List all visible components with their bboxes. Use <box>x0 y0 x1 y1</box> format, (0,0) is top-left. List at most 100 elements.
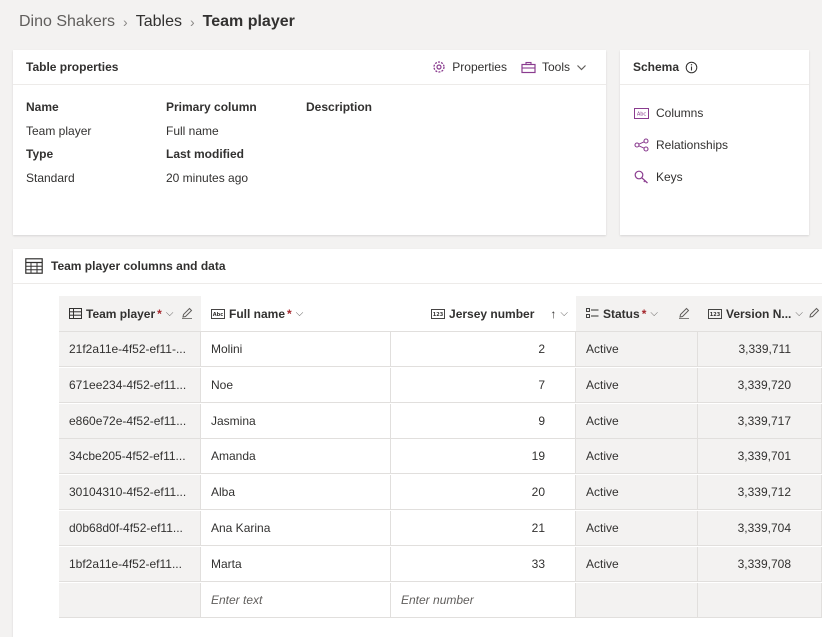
column-header-status[interactable]: Status * ⌵ <box>576 296 698 332</box>
properties-button-label: Properties <box>452 60 507 74</box>
chevron-down-icon[interactable]: ⌵ <box>166 308 174 319</box>
new-row-jersey-number-input[interactable]: Enter number <box>391 583 576 618</box>
column-header-jersey-number[interactable]: 123 Jersey number ↑ ⌵ <box>391 296 576 332</box>
jersey-number-cell[interactable]: 20 <box>391 475 576 510</box>
schema-item-label: Columns <box>656 106 704 120</box>
version-number-cell[interactable]: 3,339,704 <box>698 511 822 546</box>
jersey-number-cell[interactable]: 2 <box>391 332 576 367</box>
columns-and-data-header: Team player columns and data <box>13 249 822 284</box>
chevron-down-icon[interactable]: ⌵ <box>296 308 304 319</box>
schema-item-label: Keys <box>656 170 683 184</box>
team-player-id-cell[interactable]: 671ee234-4f52-ef11... <box>59 368 201 403</box>
column-header-label: Jersey number <box>449 306 535 321</box>
chevron-down-icon[interactable]: ⌵ <box>795 308 803 319</box>
columns-icon: Abc <box>634 107 649 119</box>
table-icon <box>25 258 43 274</box>
column-header-label: Status <box>603 306 640 321</box>
primary-key-grid-icon <box>69 308 82 319</box>
svg-text:Abc: Abc <box>637 111 647 117</box>
primary-column-value: Full name <box>166 124 219 138</box>
breadcrumb-tables-link[interactable]: Tables <box>136 13 182 31</box>
column-header-full-name[interactable]: Abc Full name * ⌵ <box>201 296 391 332</box>
team-player-id-cell[interactable]: 1bf2a11e-4f52-ef11... <box>59 547 201 582</box>
keys-icon <box>634 170 648 184</box>
tools-button-label: Tools <box>541 60 570 74</box>
required-marker: * <box>287 306 292 321</box>
full-name-cell[interactable]: Marta <box>201 547 391 582</box>
edit-pencil-icon[interactable] <box>181 307 193 319</box>
schema-item-columns[interactable]: Abc Columns <box>620 97 809 129</box>
status-cell[interactable]: Active <box>576 511 698 546</box>
status-cell[interactable]: Active <box>576 547 698 582</box>
column-header-label: Version N... <box>726 306 792 321</box>
version-number-cell[interactable]: 3,339,711 <box>698 332 822 367</box>
columns-and-data-title: Team player columns and data <box>51 259 226 273</box>
team-player-id-cell[interactable]: 30104310-4f52-ef11... <box>59 475 201 510</box>
chevron-down-icon[interactable]: ⌵ <box>560 308 568 319</box>
team-player-id-cell[interactable]: e860e72e-4f52-ef11... <box>59 404 201 439</box>
team-player-id-cell[interactable]: 21f2a11e-4f52-ef11-... <box>59 332 201 367</box>
name-value: Team player <box>26 124 92 138</box>
table-properties-title: Table properties <box>26 60 119 74</box>
version-number-cell[interactable]: 3,339,708 <box>698 547 822 582</box>
schema-item-label: Relationships <box>656 138 729 152</box>
schema-item-relationships[interactable]: Relationships <box>620 129 809 161</box>
choice-column-icon <box>586 308 599 318</box>
new-row-id-cell <box>59 583 201 618</box>
new-row-version-cell <box>698 583 822 618</box>
breadcrumb-environment-link[interactable]: Dino Shakers <box>19 13 115 31</box>
edit-pencil-icon[interactable] <box>808 307 820 319</box>
jersey-number-cell[interactable]: 19 <box>391 439 576 474</box>
svg-text:123: 123 <box>433 312 444 318</box>
full-name-cell[interactable]: Noe <box>201 368 391 403</box>
schema-item-keys[interactable]: Keys <box>620 161 809 193</box>
last-modified-value: 20 minutes ago <box>166 171 249 185</box>
jersey-number-cell[interactable]: 33 <box>391 547 576 582</box>
schema-header: Schema <box>620 50 809 85</box>
tools-button[interactable]: Tools <box>521 60 593 74</box>
status-cell[interactable]: Active <box>576 368 698 403</box>
properties-button[interactable]: Properties <box>432 60 507 74</box>
status-cell[interactable]: Active <box>576 404 698 439</box>
chevron-down-icon[interactable]: ⌵ <box>650 308 658 319</box>
jersey-number-cell[interactable]: 9 <box>391 404 576 439</box>
status-cell[interactable]: Active <box>576 475 698 510</box>
column-header-team-player[interactable]: Team player * ⌵ <box>59 296 201 332</box>
version-number-cell[interactable]: 3,339,701 <box>698 439 822 474</box>
required-marker: * <box>641 306 647 321</box>
columns-and-data-card: Team player columns and data Team player… <box>13 249 822 637</box>
new-row-status-cell <box>576 583 698 618</box>
full-name-cell[interactable]: Molini <box>201 332 391 367</box>
required-marker: * <box>157 306 162 321</box>
jersey-number-cell[interactable]: 21 <box>391 511 576 546</box>
new-row-full-name-input[interactable]: Enter text <box>201 583 391 618</box>
status-cell[interactable]: Active <box>576 439 698 474</box>
column-header-label: Team player <box>86 306 156 321</box>
description-label: Description <box>306 100 373 114</box>
version-number-cell[interactable]: 3,339,720 <box>698 368 822 403</box>
jersey-number-cell[interactable]: 7 <box>391 368 576 403</box>
svg-text:Abc: Abc <box>213 312 223 318</box>
type-label: Type <box>26 147 54 161</box>
gear-icon <box>433 61 445 73</box>
last-modified-label: Last modified <box>166 147 245 161</box>
info-icon[interactable] <box>685 61 698 74</box>
schema-card: Schema Abc Columns Relationships Keys <box>620 50 809 235</box>
team-player-id-cell[interactable]: d0b68d0f-4f52-ef11... <box>59 511 201 546</box>
primary-column-label: Primary column <box>166 100 257 114</box>
column-header-version-number[interactable]: 123 Version N... ⌵ <box>698 296 822 332</box>
version-number-cell[interactable]: 3,339,712 <box>698 475 822 510</box>
full-name-cell[interactable]: Jasmina <box>201 404 391 439</box>
table-properties-header: Table properties Properties Tools <box>13 50 606 85</box>
full-name-cell[interactable]: Amanda <box>201 439 391 474</box>
number-column-icon: 123 <box>708 308 722 319</box>
status-cell[interactable]: Active <box>576 332 698 367</box>
chevron-right-icon: › <box>189 14 195 30</box>
edit-pencil-icon[interactable] <box>678 307 690 319</box>
version-number-cell[interactable]: 3,339,717 <box>698 404 822 439</box>
toolbox-icon <box>521 61 536 73</box>
sort-ascending-icon[interactable]: ↑ <box>550 307 556 321</box>
team-player-id-cell[interactable]: 34cbe205-4f52-ef11... <box>59 439 201 474</box>
full-name-cell[interactable]: Alba <box>201 475 391 510</box>
full-name-cell[interactable]: Ana Karina <box>201 511 391 546</box>
